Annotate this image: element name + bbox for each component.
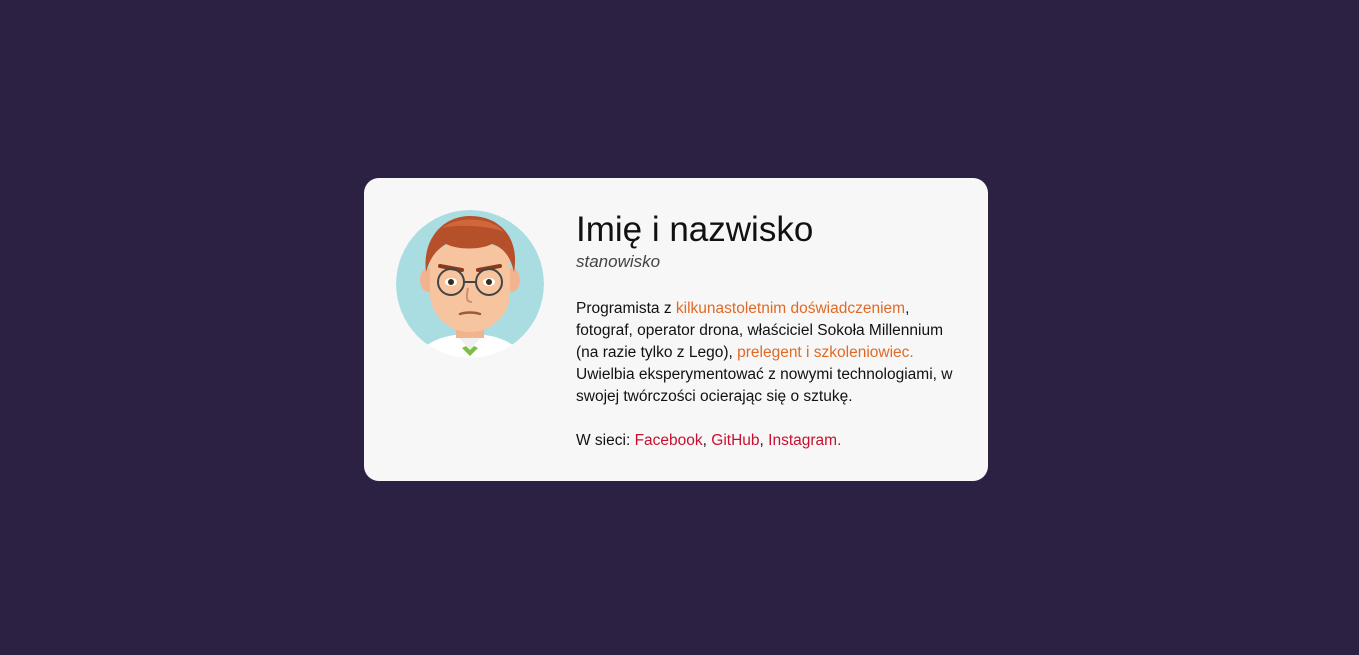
speaker-link[interactable]: prelegent i szkoleniowiec. — [737, 344, 914, 361]
profile-content: Imię i nazwisko stanowisko Programista z… — [576, 208, 966, 452]
profile-card: Imię i nazwisko stanowisko Programista z… — [364, 178, 988, 481]
bio-text-3: Uwielbia eksperymentować z nowymi techno… — [576, 366, 953, 405]
github-link[interactable]: GitHub — [711, 432, 759, 449]
experience-link[interactable]: kilkunastoletnim doświadczeniem — [676, 300, 905, 317]
profile-bio: Programista z kilkunastoletnim doświadcz… — [576, 298, 966, 408]
profile-name: Imię i nazwisko — [576, 210, 814, 249]
social-separator: , — [759, 432, 769, 449]
social-separator: , — [702, 432, 712, 449]
profile-role: stanowisko — [576, 252, 661, 271]
instagram-link[interactable]: Instagram — [768, 432, 837, 449]
developer-avatar-icon — [396, 210, 544, 358]
social-prefix: W sieci: — [576, 432, 635, 449]
facebook-link[interactable]: Facebook — [635, 432, 703, 449]
bio-text-1: Programista z — [576, 300, 676, 317]
social-links: W sieci: Facebook, GitHub, Instagram. — [576, 430, 966, 452]
social-suffix: . — [837, 432, 842, 449]
